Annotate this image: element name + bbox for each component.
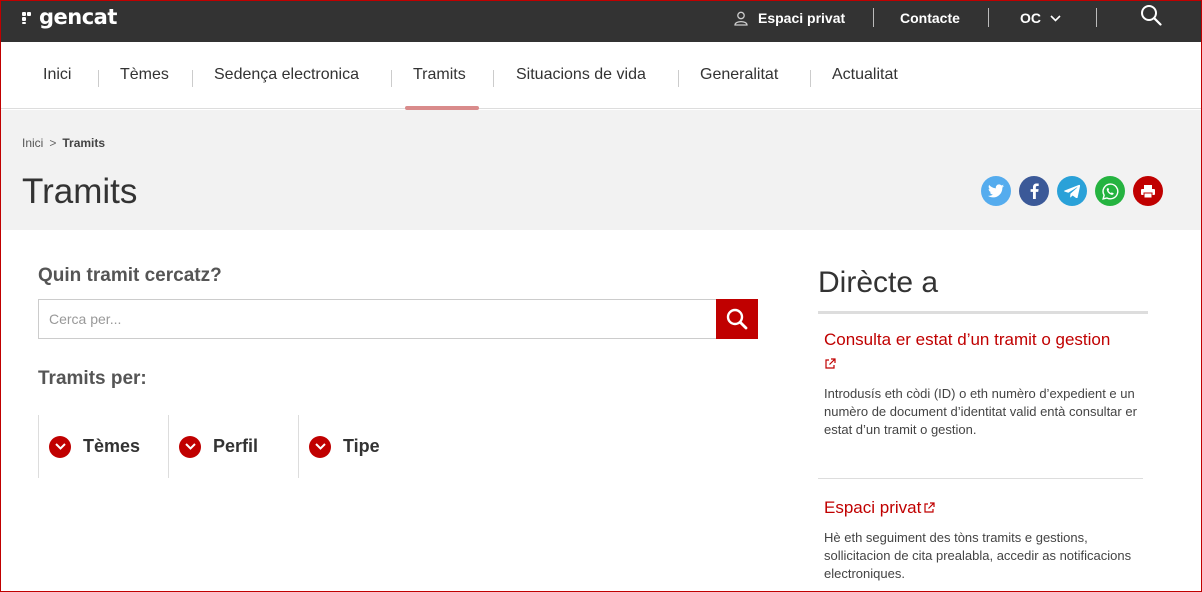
telegram-icon[interactable] bbox=[1057, 176, 1087, 206]
external-link-icon bbox=[824, 353, 836, 377]
private-space-label: Espaci privat bbox=[758, 10, 846, 26]
gencat-logo[interactable]: gencat bbox=[22, 3, 117, 31]
filter-perfil[interactable]: Perfil bbox=[168, 415, 299, 478]
page-header: Inici > Tramits Tramits bbox=[0, 110, 1202, 230]
filter-temes[interactable]: Tèmes bbox=[38, 415, 169, 478]
search-field[interactable] bbox=[38, 299, 718, 339]
nav-divider bbox=[493, 70, 494, 87]
nav-item-sedenca-electronica[interactable]: Sedença electronica bbox=[214, 66, 359, 84]
language-selector[interactable]: OC bbox=[1020, 8, 1061, 28]
logo-text: gencat bbox=[39, 5, 117, 29]
filters-heading: Tramits per: bbox=[38, 368, 147, 389]
nav-divider bbox=[678, 70, 679, 87]
main-navigation: Inici Tèmes Sedença electronica Tramits … bbox=[0, 42, 1202, 110]
nav-divider bbox=[810, 70, 811, 87]
divider bbox=[818, 478, 1143, 479]
divider bbox=[873, 8, 874, 27]
link-label: Espaci privat bbox=[824, 498, 922, 517]
search-icon bbox=[726, 308, 748, 330]
divider bbox=[1096, 8, 1097, 27]
contact-link[interactable]: Contacte bbox=[900, 8, 960, 28]
print-icon[interactable] bbox=[1133, 176, 1163, 206]
filter-label: Tipe bbox=[343, 436, 380, 456]
whatsapp-icon[interactable] bbox=[1095, 176, 1125, 206]
link-description: Introdusís eth còdi (ID) o eth numèro d’… bbox=[824, 386, 1137, 437]
nav-item-tramits[interactable]: Tramits bbox=[413, 66, 466, 84]
external-link-icon bbox=[923, 497, 935, 521]
breadcrumb: Inici > Tramits bbox=[22, 136, 105, 150]
chevron-down-icon bbox=[179, 435, 201, 458]
private-space-direct-link[interactable]: Espaci privat bbox=[824, 496, 935, 521]
nav-item-actualitat[interactable]: Actualitat bbox=[832, 66, 898, 84]
language-label: OC bbox=[1020, 10, 1041, 26]
nav-divider bbox=[391, 70, 392, 87]
direct-links-heading: Dirècte a bbox=[818, 266, 939, 299]
facebook-icon[interactable] bbox=[1019, 176, 1049, 206]
divider bbox=[988, 8, 989, 27]
divider bbox=[818, 311, 1148, 314]
page-title: Tramits bbox=[22, 172, 138, 211]
nav-divider bbox=[98, 70, 99, 87]
search-input[interactable] bbox=[39, 300, 717, 338]
nav-item-temes[interactable]: Tèmes bbox=[120, 66, 169, 84]
status-lookup-link[interactable]: Consulta er estat d’un tramit o gestion bbox=[824, 328, 1144, 377]
chevron-down-icon bbox=[309, 435, 331, 458]
nav-item-inici[interactable]: Inici bbox=[43, 66, 71, 84]
top-bar: gencat Espaci privat Contacte OC bbox=[0, 0, 1202, 42]
user-icon bbox=[734, 11, 748, 26]
chevron-down-icon bbox=[1050, 14, 1061, 22]
search-heading: Quin tramit cercatz? bbox=[38, 265, 222, 286]
link-label: Consulta er estat d’un tramit o gestion bbox=[824, 330, 1111, 349]
chevron-down-icon bbox=[49, 435, 71, 458]
filter-label: Tèmes bbox=[83, 436, 141, 456]
breadcrumb-home[interactable]: Inici bbox=[22, 136, 43, 150]
link-description: Hè eth seguiment des tòns tramits e gest… bbox=[824, 530, 1132, 581]
search-button[interactable] bbox=[716, 299, 758, 339]
breadcrumb-current: Tramits bbox=[62, 136, 106, 150]
logo-mark-icon bbox=[22, 10, 36, 24]
contact-label: Contacte bbox=[900, 10, 960, 26]
nav-divider bbox=[192, 70, 193, 87]
nav-item-situacions-de-vida[interactable]: Situacions de vida bbox=[516, 66, 646, 84]
twitter-icon[interactable] bbox=[981, 176, 1011, 206]
breadcrumb-separator: > bbox=[49, 136, 57, 150]
filter-label: Perfil bbox=[213, 436, 259, 456]
nav-item-generalitat[interactable]: Generalitat bbox=[700, 66, 778, 84]
filter-tipe[interactable]: Tipe bbox=[298, 415, 429, 478]
search-icon[interactable] bbox=[1140, 5, 1162, 26]
private-space-link[interactable]: Espaci privat bbox=[734, 8, 845, 28]
